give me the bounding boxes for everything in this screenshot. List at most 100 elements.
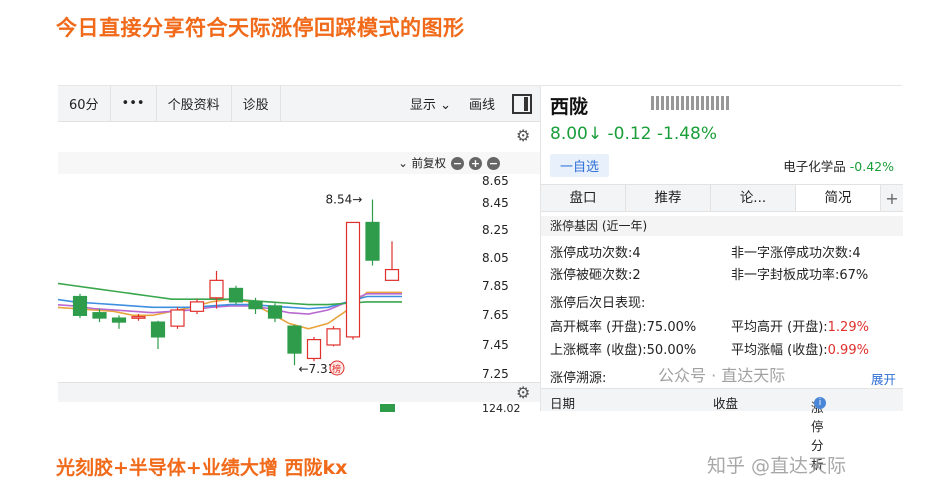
add-watchlist-button[interactable]: 一自选 xyxy=(550,154,610,177)
candle-body xyxy=(365,221,380,261)
expand-link[interactable]: 展开 xyxy=(871,369,896,388)
candle[interactable] xyxy=(267,303,283,323)
candle-body xyxy=(306,339,322,360)
avg-rise-value: 0.99% xyxy=(827,343,869,358)
rise-probability: 上涨概率 (收盘):50.00% xyxy=(550,343,697,358)
col-close: 收盘 xyxy=(713,396,739,411)
limit-broken-count: 涨停被砸次数:2 xyxy=(550,268,641,283)
price-axis: 8.65 8.45 8.25 8.05 7.85 7.65 7.45 7.25 xyxy=(478,174,540,384)
candle-body xyxy=(384,268,400,281)
tab-forum[interactable]: 论... xyxy=(711,185,796,211)
diagnose-button[interactable]: 诊股 xyxy=(232,85,281,122)
candle[interactable] xyxy=(384,241,400,281)
candle-body xyxy=(287,325,302,354)
avg-high-open-label: 平均高开 (开盘): xyxy=(731,320,828,335)
candle-body xyxy=(326,328,341,346)
watermark-zhihu: 知乎 @直达天际 xyxy=(707,455,847,477)
draw-line-button[interactable]: 画线 xyxy=(460,94,504,113)
zoom-in-icon[interactable]: + xyxy=(469,156,482,170)
candle[interactable] xyxy=(111,315,127,329)
candle-body xyxy=(209,279,224,299)
candle[interactable] xyxy=(150,320,166,350)
chart-subbar: ⌄ 前复权 − + − xyxy=(58,152,540,174)
candle-body xyxy=(72,295,88,316)
candle[interactable] xyxy=(326,326,341,347)
chart-panel: 60分 ••• 个股资料 诊股 显示 ⌄ 画线 ⚙ ⌄ 前复权 − + − 8.… xyxy=(58,85,540,415)
candle-body xyxy=(92,312,107,319)
period-button[interactable]: 60分 xyxy=(58,85,111,122)
chevron-down-icon: ⌄ xyxy=(440,98,451,113)
stock-info-button[interactable]: 个股资料 xyxy=(157,85,232,122)
candle-body xyxy=(131,316,146,319)
price-tick: 8.05 xyxy=(482,251,509,265)
candle[interactable] xyxy=(189,299,205,315)
gear-icon[interactable]: ⚙ xyxy=(516,383,530,402)
candle-body xyxy=(228,287,244,303)
adjust-chevron-icon[interactable]: ⌄ xyxy=(398,156,411,170)
display-label: 显示 xyxy=(409,98,436,113)
candle-body xyxy=(170,309,185,327)
after-limit-header: 涨停后次日表现: xyxy=(550,296,646,311)
info-tabs: 盘口 推荐 论... 简况 + xyxy=(541,184,903,212)
candle-body xyxy=(150,321,166,338)
candle[interactable] xyxy=(72,293,88,319)
tab-overview[interactable]: 简况 xyxy=(796,185,881,211)
sector-change: -0.42% xyxy=(849,159,894,174)
candle-body xyxy=(111,317,127,323)
limit-trace-header: 涨停溯源: xyxy=(550,371,607,386)
avg-high-open-value: 1.29% xyxy=(827,320,869,335)
candle[interactable] xyxy=(228,285,244,305)
price-change: 8.00↓ -0.12 -1.48% xyxy=(550,124,718,144)
gear-icon[interactable]: ⚙ xyxy=(516,126,530,145)
display-menu[interactable]: 显示 ⌄ xyxy=(401,94,460,113)
candle[interactable] xyxy=(345,221,361,340)
candle-body xyxy=(248,301,263,310)
limit-badge-label: 榜 xyxy=(332,363,341,375)
candle-body xyxy=(189,301,205,312)
reset-icon[interactable]: − xyxy=(487,156,500,170)
layout-toggle-icon[interactable] xyxy=(512,93,532,114)
stock-name: 西陇 xyxy=(550,96,589,118)
watermark-wechat: 公众号 · 直达天际 xyxy=(658,366,786,385)
headline: 今日直接分享符合天际涨停回踩模式的图形 xyxy=(56,16,465,40)
avg-high-open: 平均高开 (开盘):1.29% xyxy=(731,316,869,335)
chart-toolbar: 60分 ••• 个股资料 诊股 显示 ⌄ 画线 xyxy=(58,85,540,122)
price-tick: 7.85 xyxy=(482,279,509,293)
price-tick: 7.45 xyxy=(482,338,509,352)
non-one-seal-rate: 非一字封板成功率:67% xyxy=(731,268,869,283)
candle[interactable] xyxy=(306,336,322,362)
info-icon[interactable]: i xyxy=(814,397,826,409)
footer-caption: 光刻胶+半导体+业绩大增 西陇kx xyxy=(56,457,348,479)
zoom-out-icon[interactable]: − xyxy=(451,156,464,170)
limit-success-count: 涨停成功次数:4 xyxy=(550,246,641,261)
price-tick: 7.65 xyxy=(482,308,509,322)
tab-recommend[interactable]: 推荐 xyxy=(626,185,711,211)
avg-rise: 平均涨幅 (收盘):0.99% xyxy=(731,339,869,358)
candle[interactable] xyxy=(209,270,224,309)
col-date: 日期 xyxy=(550,396,576,411)
adjust-select[interactable]: 前复权 xyxy=(412,155,447,171)
candle-body xyxy=(267,305,283,319)
volume-value: 124.02 xyxy=(482,402,521,415)
stock-code-redacted xyxy=(651,96,731,110)
price-tick: 7.25 xyxy=(482,367,509,381)
candle[interactable] xyxy=(170,307,185,329)
volume-bar xyxy=(380,404,395,412)
price-tick: 8.45 xyxy=(482,196,509,210)
candlestick-chart[interactable]: 8.54→←7.31榜 xyxy=(58,174,478,384)
volume-divider xyxy=(58,382,540,402)
candle[interactable] xyxy=(365,199,380,266)
trace-table-header: 日期 收盘 涨停分析i xyxy=(541,388,903,472)
non-one-limit-count: 非一字涨停成功次数:4 xyxy=(731,246,861,261)
high-open-probability: 高开概率 (开盘):75.00% xyxy=(550,320,697,335)
price-tick: 8.65 xyxy=(482,174,509,188)
more-button[interactable]: ••• xyxy=(111,85,157,122)
price-tick: 8.25 xyxy=(482,223,509,237)
candle[interactable] xyxy=(287,324,302,366)
tab-orderbook[interactable]: 盘口 xyxy=(541,185,626,211)
sector-name: 电子化学品 xyxy=(783,159,846,174)
add-tab-icon[interactable]: + xyxy=(881,185,903,211)
sector-link[interactable]: 电子化学品 -0.42% xyxy=(783,156,894,175)
high-price-label: 8.54→ xyxy=(326,193,363,207)
candle-body xyxy=(345,221,361,338)
